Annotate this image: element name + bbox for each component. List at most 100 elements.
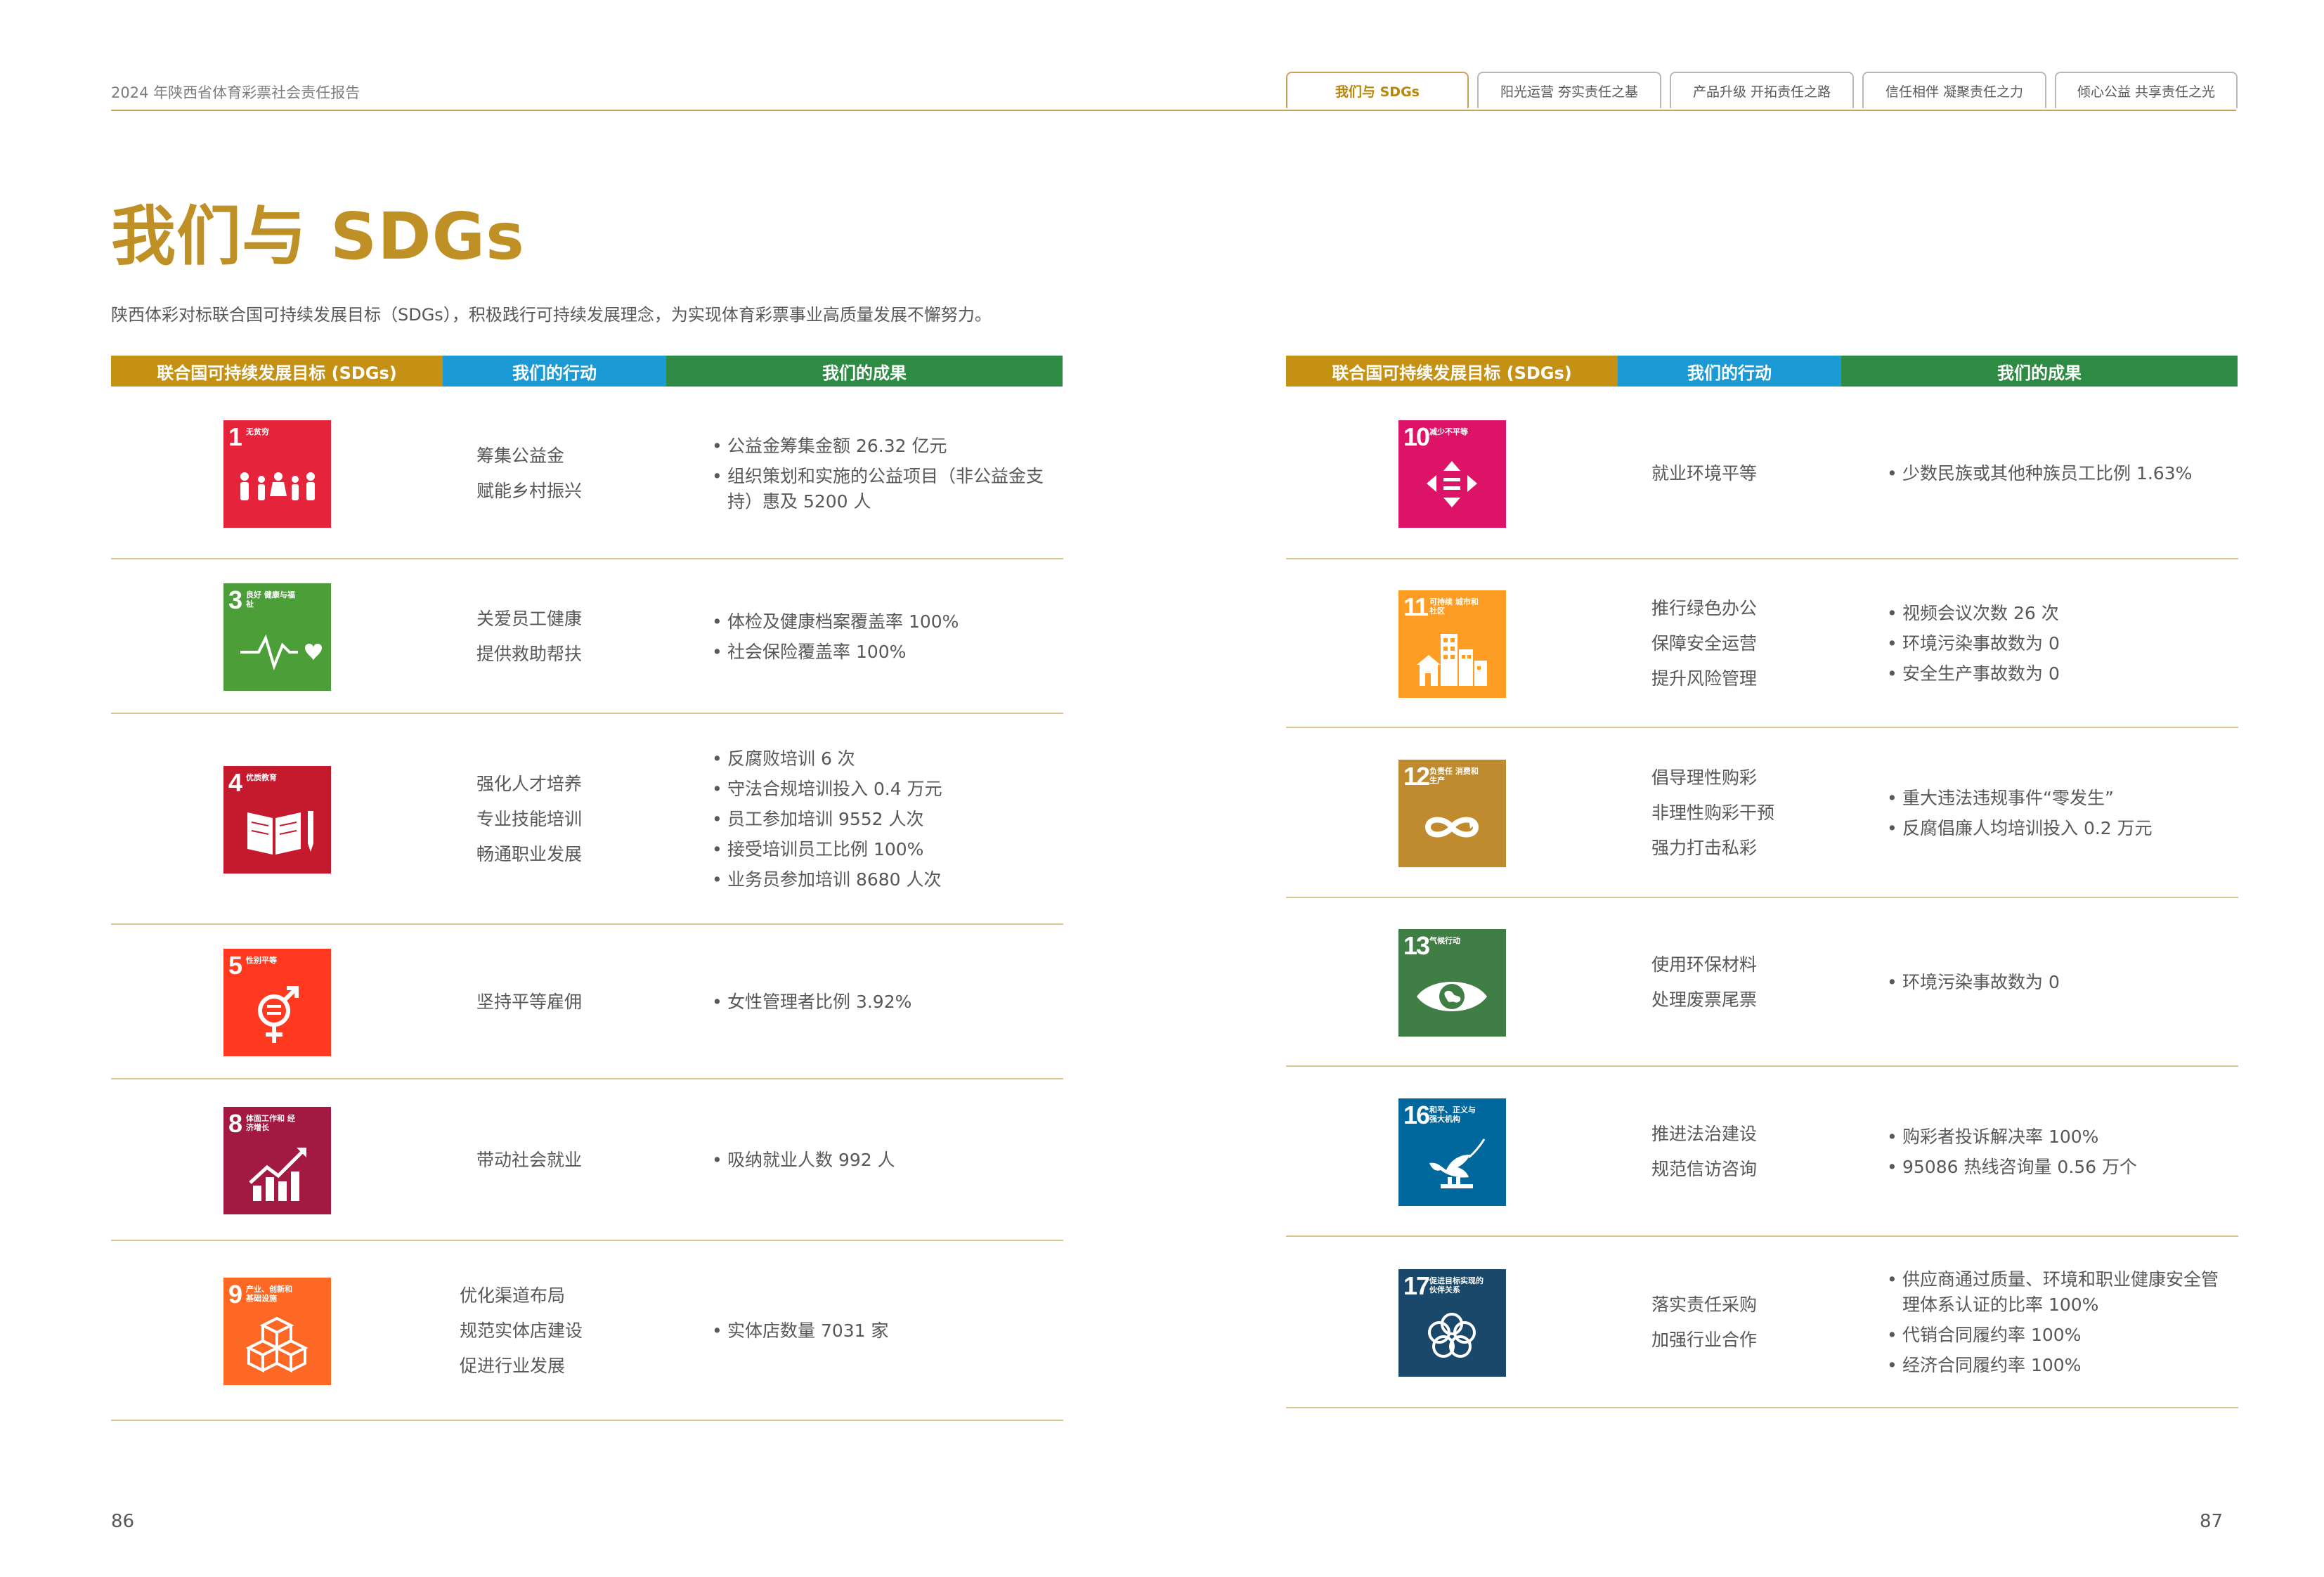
result-item: 重大违法违规事件“零发生” bbox=[1887, 786, 2233, 811]
action-item: 筹集公益金 bbox=[476, 446, 565, 466]
action-item: 规范实体店建设 bbox=[460, 1320, 583, 1341]
sdg-goal-name: 减少不平等 bbox=[1429, 427, 1468, 436]
sdg-goal-number: 3 bbox=[228, 585, 242, 614]
report-title: 2024 年陕西省体育彩票社会责任报告 bbox=[111, 84, 361, 101]
page-title: 我们与 SDGs bbox=[111, 199, 525, 274]
header-sdg: 联合国可持续发展目标 (SDGs) bbox=[111, 356, 443, 387]
action-item: 优化渠道布局 bbox=[460, 1285, 566, 1306]
result-item: 环境污染事故数为 0 bbox=[1887, 631, 2233, 656]
result-item: 代销合同履约率 100% bbox=[1887, 1323, 2233, 1348]
action-item: 推行绿色办公 bbox=[1651, 598, 1758, 618]
sdg-goal-tile: 3 良好 健康与福祉 bbox=[223, 583, 331, 691]
sdg-goal-number: 5 bbox=[228, 951, 242, 980]
tab-product-upgrade[interactable]: 产品升级 开拓责任之路 bbox=[1670, 72, 1854, 108]
header-sdg: 联合国可持续发展目标 (SDGs) bbox=[1286, 356, 1618, 387]
result-item: 吸纳就业人数 992 人 bbox=[712, 1148, 1058, 1173]
action-item: 专业技能培训 bbox=[476, 809, 583, 829]
table-row: 4 优质教育 强化人才培养专业技能培训畅通职业发展 反腐败培训 6 次守法合规培训投入… bbox=[111, 714, 1063, 925]
table-row: 17促进目标实现的 伙伴关系落实责任采购加强行业合作供应商通过质量、环境和职业健… bbox=[1286, 1237, 2238, 1408]
action-item: 保障安全运营 bbox=[1651, 633, 1758, 654]
header-divider bbox=[111, 110, 2236, 111]
actions-cell: 倡导理性购彩 非理性购彩干预 强力打击私彩 bbox=[1651, 760, 1774, 866]
sdg-goal-number: 8 bbox=[228, 1109, 242, 1138]
results-cell: 实体店数量 7031 家 bbox=[712, 1313, 1058, 1349]
result-item: 购彩者投诉解决率 100% bbox=[1887, 1124, 2233, 1150]
results-cell: 体检及健康档案覆盖率 100% 社会保险覆盖率 100% bbox=[712, 604, 1058, 670]
actions-cell: 推进法治建设 规范信访咨询 bbox=[1651, 1117, 1757, 1187]
table-row: 11可持续 城市和社区 推行绿色办公保障安全运营提升风险管理 视频会议次数 26 次… bbox=[1286, 559, 2238, 728]
sdg-goal-name: 无贫穷 bbox=[246, 427, 269, 436]
result-item: 经济合同履约率 100% bbox=[1887, 1353, 2233, 1378]
page-number-left: 86 bbox=[111, 1511, 135, 1532]
header-results: 我们的成果 bbox=[666, 356, 1063, 387]
actions-cell: 带动社会就业 bbox=[476, 1143, 582, 1178]
sdg-goal-number: 11 bbox=[1403, 592, 1429, 621]
actions-cell: 强化人才培养 专业技能培训 畅通职业发展 bbox=[476, 767, 582, 872]
sdg-goal-number: 1 bbox=[228, 422, 242, 451]
table-row: 1 无贫穷筹集公益金赋能乡村振兴 公益金筹集金额 26.32 亿元组织策划和实施的公… bbox=[111, 388, 1063, 559]
table-row: 9产业、创新和 基础设施 优化渠道布局规范实体店建设促进行业发展 实体店数量 703… bbox=[111, 1241, 1063, 1421]
result-item: 员工参加培训 9552 人次 bbox=[712, 807, 1058, 832]
action-item: 落实责任采购 bbox=[1651, 1294, 1758, 1315]
results-cell: 女性管理者比例 3.92% bbox=[712, 985, 1058, 1020]
result-item: 少数民族或其他种族员工比例 1.63% bbox=[1887, 461, 2233, 486]
action-item: 强化人才培养 bbox=[476, 774, 583, 794]
actions-cell: 坚持平等雇佣 bbox=[476, 985, 582, 1020]
table-row: 10减少不平等就业环境平等少数民族或其他种族员工比例 1.63% bbox=[1286, 388, 2238, 559]
result-item: 供应商通过质量、环境和职业健康安全管理体系认证的比率 100% bbox=[1887, 1267, 2233, 1318]
sdg-goal-number: 12 bbox=[1403, 762, 1430, 791]
sdg-goal-name: 良好 健康与福祉 bbox=[246, 590, 295, 609]
result-item: 实体店数量 7031 家 bbox=[712, 1318, 1058, 1344]
action-item: 倡导理性购彩 bbox=[1651, 767, 1758, 788]
action-item: 畅通职业发展 bbox=[476, 844, 583, 864]
result-item: 组织策划和实施的公益项目（非公益金支持）惠及 5200 人 bbox=[712, 464, 1058, 514]
result-item: 守法合规培训投入 0.4 万元 bbox=[712, 777, 1058, 802]
header-results: 我们的成果 bbox=[1841, 356, 2238, 387]
left-table-header: 联合国可持续发展目标 (SDGs) 我们的行动 我们的成果 bbox=[111, 356, 1063, 387]
action-item: 推进法治建设 bbox=[1651, 1124, 1758, 1144]
sdg-goal-name: 促进目标实现的 伙伴关系 bbox=[1429, 1276, 1484, 1294]
sdg-goal-name: 产业、创新和 基础设施 bbox=[246, 1285, 292, 1303]
actions-cell: 筹集公益金赋能乡村振兴 bbox=[476, 439, 582, 509]
action-item: 关爱员工健康 bbox=[476, 609, 583, 629]
sdg-goal-number: 13 bbox=[1403, 931, 1430, 960]
table-row: 12负责任 消费和生产 倡导理性购彩非理性购彩干预强力打击私彩 重大违法违规事件“零… bbox=[1286, 728, 2238, 898]
actions-cell: 优化渠道布局 规范实体店建设 促进行业发展 bbox=[460, 1278, 583, 1384]
tab-sdgs[interactable]: 我们与 SDGs bbox=[1286, 72, 1469, 108]
sdg-goal-tile: 16 和平、正义与 强大机构 bbox=[1398, 1098, 1506, 1206]
actions-cell: 关爱员工健康 提供救助帮扶 bbox=[476, 602, 582, 672]
tab-trust[interactable]: 信任相伴 凝聚责任之力 bbox=[1862, 72, 2046, 108]
tab-sunshine-operation[interactable]: 阳光运营 夯实责任之基 bbox=[1477, 72, 1661, 108]
action-item: 促进行业发展 bbox=[460, 1356, 566, 1376]
sdg-goal-number: 16 bbox=[1403, 1101, 1430, 1129]
sdg-goal-tile: 1 无贫穷 bbox=[223, 420, 331, 528]
sdg-goal-tile: 8 体面工作和 经济增长 bbox=[223, 1107, 331, 1214]
sdg-goal-name: 性别平等 bbox=[246, 956, 277, 965]
table-row: 3良好 健康与福祉关爱员工健康提供救助帮扶体检及健康档案覆盖率 100%社会保险… bbox=[111, 559, 1063, 714]
action-item: 赋能乡村振兴 bbox=[476, 481, 583, 501]
results-cell: 重大违法违规事件“零发生” 反腐倡廉人均培训投入 0.2 万元 bbox=[1887, 781, 2233, 846]
sdg-goal-tile: 9 产业、创新和 基础设施 bbox=[223, 1278, 331, 1385]
sdg-goal-number: 9 bbox=[228, 1280, 242, 1309]
sdg-goal-name: 和平、正义与 强大机构 bbox=[1429, 1105, 1476, 1124]
action-item: 强力打击私彩 bbox=[1651, 838, 1758, 858]
sdg-goal-tile: 12 负责任 消费和生产 bbox=[1398, 760, 1506, 867]
sdg-goal-tile: 17 促进目标实现的 伙伴关系 bbox=[1398, 1269, 1506, 1377]
page-number-right: 87 bbox=[2200, 1511, 2224, 1532]
result-item: 社会保险覆盖率 100% bbox=[712, 640, 1058, 665]
sdg-goal-tile: 13 气候行动 bbox=[1398, 929, 1506, 1037]
tab-public-welfare[interactable]: 倾心公益 共享责任之光 bbox=[2055, 72, 2238, 108]
intro-text: 陕西体彩对标联合国可持续发展目标（SDGs），积极践行可持续发展理念，为实现体育… bbox=[111, 305, 992, 325]
action-item: 带动社会就业 bbox=[476, 1150, 583, 1170]
result-item: 反腐败培训 6 次 bbox=[712, 746, 1058, 772]
result-item: 女性管理者比例 3.92% bbox=[712, 989, 1058, 1015]
sdg-goal-tile: 11 可持续 城市和社区 bbox=[1398, 590, 1506, 698]
header-actions: 我们的行动 bbox=[1618, 356, 1841, 387]
sdg-goal-name: 体面工作和 经济增长 bbox=[246, 1114, 295, 1132]
action-item: 坚持平等雇佣 bbox=[476, 992, 583, 1012]
sdg-goal-name: 优质教育 bbox=[246, 773, 277, 782]
sdg-goal-number: 4 bbox=[228, 768, 242, 797]
table-row: 5 性别平等坚持平等雇佣 女性管理者比例 3.92% bbox=[111, 925, 1063, 1079]
result-item: 95086 热线咨询量 0.56 万个 bbox=[1887, 1155, 2233, 1180]
sdg-goal-number: 10 bbox=[1403, 422, 1430, 451]
